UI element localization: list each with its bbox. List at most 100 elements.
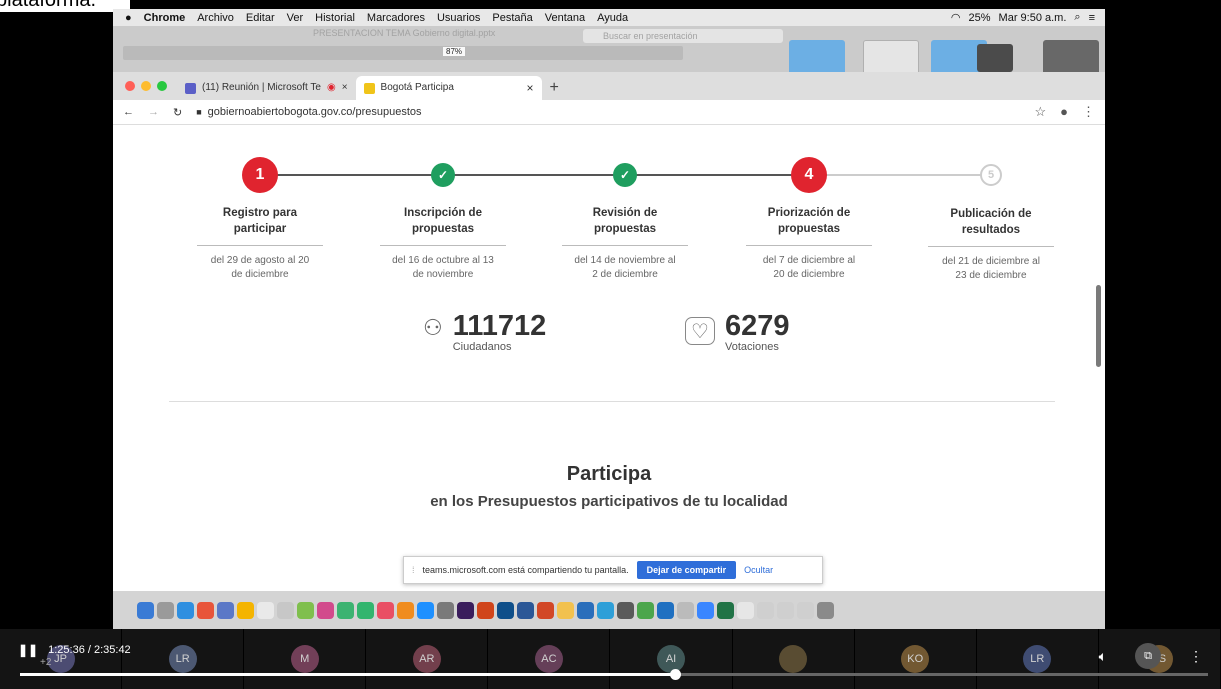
stop-sharing-button[interactable]: Dejar de compartir: [636, 561, 737, 579]
participant-tile[interactable]: AI: [610, 629, 733, 689]
participant-tile[interactable]: [732, 629, 855, 689]
menu-usuarios[interactable]: Usuarios: [437, 12, 480, 24]
menu-historial[interactable]: Historial: [315, 12, 355, 24]
close-tab-icon[interactable]: ×: [527, 76, 534, 100]
pause-icon[interactable]: ❚❚: [18, 643, 38, 657]
app-icon[interactable]: [677, 601, 694, 619]
reload-icon[interactable]: ↻: [173, 106, 182, 119]
calendar-icon[interactable]: [257, 601, 274, 619]
participant-tile[interactable]: JP: [0, 629, 123, 689]
menu-ver[interactable]: Ver: [287, 12, 304, 24]
app-store-icon[interactable]: [417, 601, 434, 619]
menu-pestana[interactable]: Pestaña: [492, 12, 532, 24]
ppt-zoom[interactable]: 87%: [443, 47, 466, 56]
list-icon[interactable]: ≡: [1089, 12, 1095, 24]
app-icon[interactable]: [557, 601, 574, 619]
citizens-label: Ciudadanos: [452, 341, 512, 353]
close-tab-icon[interactable]: ×: [342, 76, 348, 100]
notes-icon[interactable]: [237, 601, 254, 619]
volume-icon[interactable]: 🔈︎: [1099, 648, 1107, 665]
step-revision: ✓ Revisión de propuestas del 14 de noviem…: [550, 125, 700, 282]
close-window-icon[interactable]: [125, 81, 135, 91]
maps-icon[interactable]: [297, 601, 314, 619]
menu-editar[interactable]: Editar: [246, 12, 275, 24]
scrollbar[interactable]: [1096, 285, 1101, 367]
tab-teams[interactable]: (11) Reunión | Microsoft Te ◉ ×: [177, 76, 356, 100]
step-title: Registro para participar: [222, 207, 298, 235]
recording-icon: ◉: [326, 82, 336, 93]
divider: [169, 401, 1055, 402]
menu-archivo[interactable]: Archivo: [197, 12, 234, 24]
search-icon[interactable]: ⌕: [1074, 11, 1080, 24]
powerpoint-icon[interactable]: [537, 601, 554, 619]
books-icon[interactable]: [397, 601, 414, 619]
step-dates: del 16 de octubre al 13 de noviembre: [380, 245, 506, 282]
step-dates: del 21 de diciembre al 23 de diciembre: [928, 246, 1054, 283]
hide-button[interactable]: Ocultar: [744, 565, 773, 575]
photos-icon[interactable]: [317, 601, 334, 619]
step-title: Publicación de resultados: [950, 208, 1032, 236]
video-progress-knob[interactable]: [669, 669, 681, 680]
document-icon[interactable]: [737, 601, 754, 619]
app-icon[interactable]: [577, 601, 594, 619]
back-icon[interactable]: ←: [123, 106, 134, 118]
participant-tile[interactable]: AC: [488, 629, 611, 689]
app-icon[interactable]: [657, 601, 674, 619]
premiere-icon[interactable]: [457, 601, 474, 619]
avatar: [779, 645, 808, 673]
screen-thumbnail-icon[interactable]: [977, 44, 1013, 72]
minimize-window-icon[interactable]: [141, 81, 151, 91]
drag-handle-icon[interactable]: ⁞: [412, 565, 415, 575]
participant-tile[interactable]: LR: [976, 629, 1099, 689]
participant-strip: JP LR M AR AC AI KO LR LS: [0, 629, 1221, 689]
playback-time: 1:25:36 / 2:35:42: [48, 644, 131, 656]
finder-icon[interactable]: [137, 601, 154, 619]
document-icon[interactable]: [757, 601, 774, 619]
menu-ayuda[interactable]: Ayuda: [597, 12, 628, 24]
participant-tile[interactable]: M: [244, 629, 367, 689]
mail-icon[interactable]: [217, 601, 234, 619]
excel-icon[interactable]: [717, 601, 734, 619]
launchpad-icon[interactable]: [157, 601, 174, 619]
more-icon[interactable]: ⋮: [1082, 104, 1095, 120]
safari-icon[interactable]: [177, 601, 194, 619]
check-icon: ✓: [431, 163, 455, 187]
participant-tile[interactable]: KO: [854, 629, 977, 689]
menu-marcadores[interactable]: Marcadores: [367, 12, 425, 24]
menu-app-name[interactable]: Chrome: [144, 12, 186, 24]
document-icon[interactable]: [797, 601, 814, 619]
photoshop-icon[interactable]: [497, 601, 514, 619]
word-icon[interactable]: [517, 601, 534, 619]
wifi-icon[interactable]: ◠: [951, 11, 961, 24]
reminders-icon[interactable]: [277, 601, 294, 619]
illustrator-icon[interactable]: [477, 601, 494, 619]
video-progress-bar[interactable]: [20, 673, 1208, 676]
account-icon[interactable]: ●: [1060, 104, 1068, 120]
url-field[interactable]: gobiernoabiertobogota.gov.co/presupuesto…: [208, 106, 422, 118]
document-icon[interactable]: [777, 601, 794, 619]
app-icon[interactable]: [637, 601, 654, 619]
app-icon[interactable]: [617, 601, 634, 619]
apple-icon[interactable]: ●: [125, 12, 132, 24]
clock[interactable]: Mar 9:50 a.m.: [999, 12, 1067, 24]
trash-icon[interactable]: [817, 601, 834, 619]
app-icon[interactable]: [597, 601, 614, 619]
chrome-icon[interactable]: [197, 601, 214, 619]
participant-tile[interactable]: AR: [366, 629, 489, 689]
settings-icon[interactable]: [437, 601, 454, 619]
more-options-icon[interactable]: ⋮: [1189, 648, 1203, 665]
maximize-window-icon[interactable]: [157, 81, 167, 91]
new-tab-button[interactable]: +: [542, 76, 567, 100]
participant-tile[interactable]: LR: [122, 629, 245, 689]
star-icon[interactable]: ☆: [1034, 104, 1046, 120]
music-icon[interactable]: [377, 601, 394, 619]
menu-ventana[interactable]: Ventana: [545, 12, 585, 24]
facetime-icon[interactable]: [357, 601, 374, 619]
forward-icon[interactable]: →: [148, 106, 159, 118]
tab-bogota-participa[interactable]: Bogotá Participa ×: [355, 76, 542, 100]
zoom-icon[interactable]: [697, 601, 714, 619]
ppt-search[interactable]: Buscar en presentación: [583, 29, 783, 43]
battery-percent[interactable]: 25%: [969, 12, 991, 24]
messages-icon[interactable]: [337, 601, 354, 619]
picture-in-picture-icon[interactable]: ⧉: [1135, 643, 1161, 669]
